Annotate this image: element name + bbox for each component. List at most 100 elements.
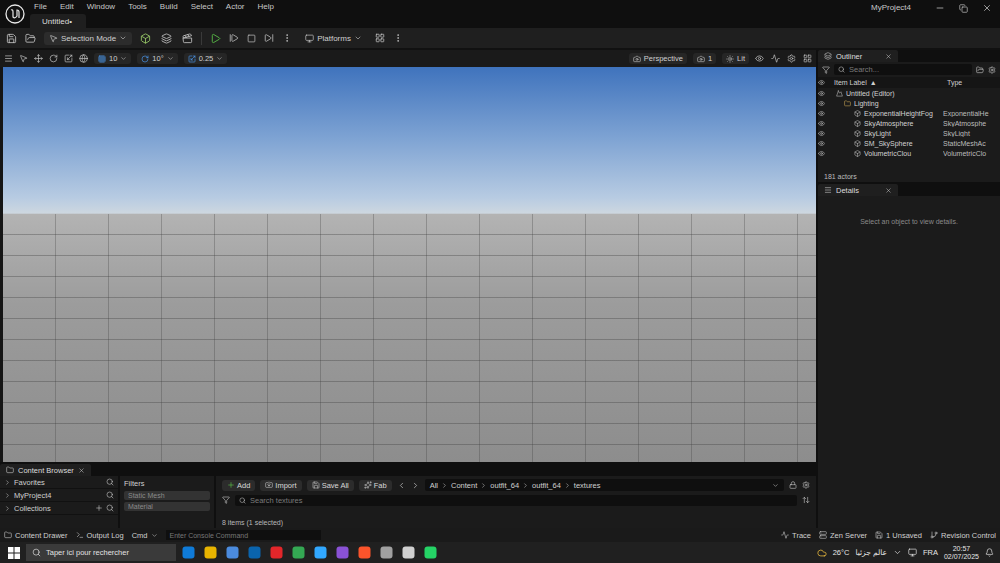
taskbar-search[interactable]: Taper ici pour rechercher (26, 544, 176, 561)
settings-icon[interactable] (375, 33, 385, 43)
play-icon[interactable] (210, 33, 221, 44)
search-icon[interactable] (106, 478, 114, 486)
outliner-tab[interactable]: Outliner (818, 50, 898, 62)
menu-item[interactable]: Edit (60, 2, 74, 11)
forward-icon[interactable] (411, 481, 420, 490)
world-space-icon[interactable] (79, 54, 88, 63)
menu-item[interactable]: Actor (226, 2, 245, 11)
scale-icon[interactable] (64, 54, 73, 63)
status-button[interactable]: Trace (781, 531, 811, 540)
windows-start-icon[interactable] (8, 547, 20, 559)
taskbar-app-icon[interactable] (424, 546, 437, 559)
settings-icon[interactable] (802, 481, 810, 489)
camera-speed-button[interactable]: 1 (693, 53, 716, 64)
snap-value[interactable]: 0.25 (184, 53, 228, 64)
more-icon[interactable] (282, 33, 292, 43)
menu-item[interactable]: File (34, 2, 47, 11)
breadcrumb-item[interactable]: outfit_64 (532, 481, 561, 490)
outliner-row[interactable]: Untitled (Editor) (818, 88, 1000, 98)
source-row[interactable]: Collections (0, 502, 118, 515)
step-icon[interactable] (229, 33, 239, 43)
menu-item[interactable]: Window (87, 2, 115, 11)
taskbar-app-icon[interactable] (226, 546, 239, 559)
select-icon[interactable] (19, 54, 28, 63)
status-button[interactable]: 1 Unsaved (875, 531, 922, 540)
rotate-icon[interactable] (49, 54, 58, 63)
move-icon[interactable] (34, 54, 43, 63)
taskbar-app-icon[interactable] (270, 546, 283, 559)
clock[interactable]: 20:5702/07/2025 (944, 545, 979, 561)
filter-chip[interactable]: Material (124, 502, 210, 511)
content-browser-tab[interactable]: Content Browser (0, 464, 91, 476)
cinematics-icon[interactable] (182, 33, 193, 44)
outliner-row[interactable]: Lighting (818, 98, 1000, 108)
tray-expand-icon[interactable] (893, 548, 902, 557)
breadcrumb[interactable]: All Content outfit_64 outfit_64 textures (425, 479, 784, 491)
menu-item[interactable]: Tools (128, 2, 147, 11)
layout-icon[interactable] (803, 54, 812, 63)
back-icon[interactable] (397, 481, 406, 490)
search-icon[interactable] (106, 504, 114, 512)
sort-icon[interactable] (802, 496, 810, 504)
restore-icon[interactable] (959, 4, 968, 13)
status-button[interactable]: Content Drawer (4, 531, 68, 540)
lit-button[interactable]: Lit (722, 53, 749, 64)
close-icon[interactable] (885, 53, 892, 60)
details-tab[interactable]: Details (818, 184, 898, 196)
add-actor-icon[interactable] (140, 33, 151, 44)
content-icon[interactable] (25, 33, 36, 44)
action-button[interactable]: Fab (359, 480, 392, 491)
column-header[interactable]: Item Label ▲ (830, 79, 943, 86)
performance-icon[interactable] (771, 54, 780, 63)
outliner-row[interactable]: SkyAtmosphereSkyAtmosphe (818, 118, 1000, 128)
search-field[interactable]: Search textures (235, 495, 797, 506)
source-row[interactable]: MyProject4 (0, 489, 118, 502)
language[interactable]: FRA (923, 548, 938, 557)
filter-icon[interactable] (222, 496, 230, 504)
status-button[interactable]: Revision Control (930, 531, 996, 540)
outliner-search[interactable]: Search... (834, 64, 972, 75)
more-icon[interactable] (393, 33, 403, 43)
new-folder-icon[interactable] (976, 66, 984, 74)
outliner-row[interactable]: SM_SkySphereStaticMeshAc (818, 138, 1000, 148)
notification-icon[interactable] (985, 548, 994, 557)
view-mode-button[interactable]: Perspective (629, 53, 687, 64)
snap-value[interactable]: 10° (137, 53, 177, 64)
breadcrumb-item[interactable]: All (430, 481, 438, 490)
action-button[interactable]: Import (260, 480, 301, 491)
taskbar-app-icon[interactable] (402, 546, 415, 559)
taskbar-app-icon[interactable] (204, 546, 217, 559)
menu-item[interactable]: Help (258, 2, 274, 11)
taskbar-app-icon[interactable] (336, 546, 349, 559)
outliner-row[interactable]: VolumetricClouVolumetricClo (818, 148, 1000, 158)
document-tab[interactable]: Untitled• (30, 14, 86, 28)
selection-mode-button[interactable]: Selection Mode (44, 32, 132, 45)
cmd-dropdown[interactable]: Cmd (132, 531, 158, 540)
breadcrumb-item[interactable]: outfit_64 (490, 481, 519, 490)
search-icon[interactable] (106, 491, 114, 499)
minimize-icon[interactable] (935, 3, 945, 13)
outliner-row[interactable]: SkyLightSkyLight (818, 128, 1000, 138)
status-button[interactable]: Zen Server (819, 531, 867, 540)
save-icon[interactable] (6, 33, 17, 44)
breadcrumb-item[interactable]: textures (574, 481, 601, 490)
source-row[interactable]: Favorites (0, 476, 118, 489)
snap-value[interactable]: 10 (94, 53, 131, 64)
show-icon[interactable] (755, 54, 764, 63)
taskbar-app-icon[interactable] (380, 546, 393, 559)
breadcrumb-item[interactable]: Content (451, 481, 477, 490)
eject-icon[interactable] (264, 33, 274, 43)
menu-item[interactable]: Build (160, 2, 178, 11)
menu-icon[interactable] (4, 54, 13, 63)
status-button[interactable]: Output Log (76, 531, 124, 540)
close-icon[interactable] (885, 187, 892, 194)
add-icon[interactable] (95, 504, 103, 512)
close-icon[interactable] (78, 467, 85, 474)
taskbar-app-icon[interactable] (314, 546, 327, 559)
taskbar-app-icon[interactable] (292, 546, 305, 559)
close-icon[interactable] (982, 3, 992, 13)
settings-icon[interactable] (787, 54, 796, 63)
level-viewport[interactable] (3, 67, 816, 462)
taskbar-app-icon[interactable] (182, 546, 195, 559)
taskbar-app-icon[interactable] (248, 546, 261, 559)
